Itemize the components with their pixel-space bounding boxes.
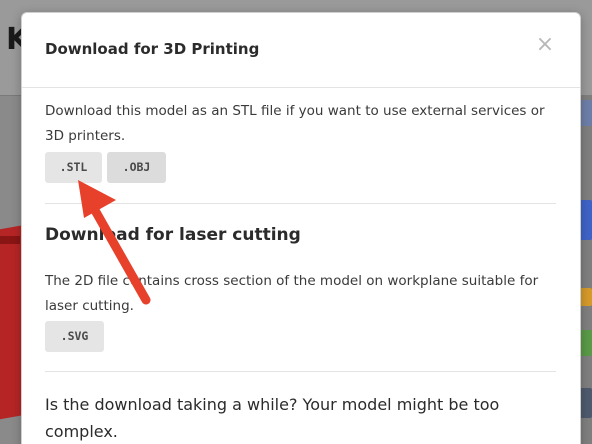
close-icon[interactable]: × <box>535 33 555 57</box>
page: K Download for 3D Printing × Download th… <box>0 0 592 444</box>
modal-header: Download for 3D Printing × <box>22 13 580 88</box>
section-divider <box>45 371 556 372</box>
modal-title: Download for 3D Printing <box>45 40 260 58</box>
background-3d-model-edge <box>0 236 20 244</box>
background-3d-model <box>0 225 22 425</box>
stl-description: Download this model as an STL file if yo… <box>45 103 545 144</box>
slow-download-notice: Is the download taking a while? Your mod… <box>45 395 500 441</box>
laser-section-title: Download for laser cutting <box>45 225 301 245</box>
download-obj-button[interactable]: .OBJ <box>107 152 166 183</box>
download-svg-button[interactable]: .SVG <box>45 321 104 352</box>
download-modal: Download for 3D Printing × Download this… <box>21 12 581 444</box>
section-divider <box>45 203 556 204</box>
laser-description: The 2D file contains cross section of th… <box>45 273 539 314</box>
download-stl-button[interactable]: .STL <box>45 152 102 183</box>
